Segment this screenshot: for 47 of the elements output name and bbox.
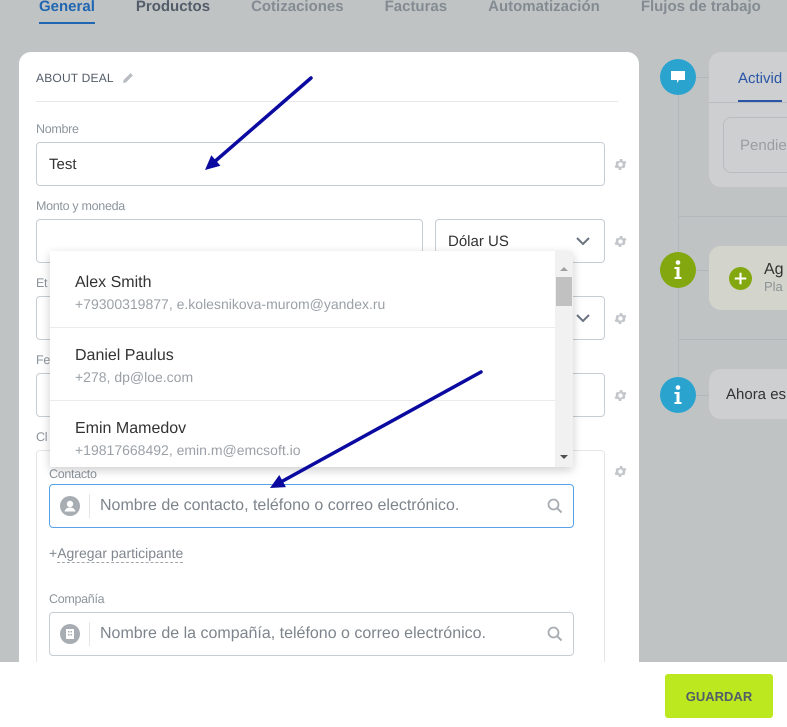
field-label: Nombre xyxy=(36,121,79,137)
chat-icon xyxy=(660,59,696,95)
settings-icon[interactable] xyxy=(612,234,628,248)
info-icon xyxy=(660,252,696,288)
contact-details: +19817668492, emin.m@emcsoft.io xyxy=(75,441,302,459)
building-icon xyxy=(60,624,80,644)
contact-name[interactable]: Alex Smith xyxy=(75,273,555,293)
contact-details: +278, dp@loe.com xyxy=(75,368,194,386)
settings-icon[interactable] xyxy=(612,156,628,172)
contact-details: +79300319877, e.kolesnikova-murom@yandex.ru xyxy=(75,295,386,313)
search-input[interactable]: Nombre de contacto, teléfono o correo electrónico. xyxy=(89,494,547,518)
card-subtitle: Pla xyxy=(764,279,784,295)
info-icon xyxy=(660,377,696,413)
field-label: Fe xyxy=(36,352,50,368)
plus-sign: + xyxy=(49,544,58,562)
search-icon[interactable] xyxy=(547,498,563,514)
plus-icon[interactable] xyxy=(729,266,752,290)
search-input[interactable]: Nombre de la compañía, teléfono o correo electrónico. xyxy=(89,622,547,646)
field-label: Cl xyxy=(36,429,48,445)
card-title: Ag xyxy=(764,261,784,279)
contact-search-field[interactable]: Nombre de contacto, teléfono o correo electrónico. xyxy=(49,484,574,528)
company-search-field[interactable]: Nombre de la compañía, teléfono o correo electrónico. xyxy=(49,612,574,656)
field-label: Contacto xyxy=(49,467,97,481)
search-icon[interactable] xyxy=(547,626,563,642)
settings-icon[interactable] xyxy=(612,464,628,479)
scroll-down-icon[interactable] xyxy=(560,454,568,460)
tab[interactable]: Activid xyxy=(738,52,782,102)
scrollbar-thumb[interactable] xyxy=(556,277,572,306)
field-label: Monto y moneda xyxy=(36,198,125,214)
section-title: ABOUT DEAL xyxy=(36,71,114,85)
contact-name[interactable]: Emin Mamedov xyxy=(75,419,555,439)
pencil-icon[interactable] xyxy=(122,72,134,84)
chevron-down-icon xyxy=(576,236,590,246)
field-label: Et xyxy=(36,275,48,291)
settings-icon[interactable] xyxy=(612,388,628,402)
tab[interactable]: Productos xyxy=(136,0,210,24)
field-label: Compañía xyxy=(49,591,104,607)
contact-name[interactable]: Daniel Paulus xyxy=(75,346,555,366)
person-icon xyxy=(60,496,80,516)
settings-icon[interactable] xyxy=(612,310,628,326)
note-text: Ahora es xyxy=(726,386,786,402)
add-participant-link[interactable]: Agregar participante xyxy=(57,544,184,563)
text-field[interactable]: Test xyxy=(36,142,605,186)
save-button[interactable]: GUARDAR xyxy=(665,674,773,718)
scroll-up-icon[interactable] xyxy=(560,266,568,272)
chevron-down-icon xyxy=(576,314,590,322)
tab[interactable]: General xyxy=(39,0,95,24)
